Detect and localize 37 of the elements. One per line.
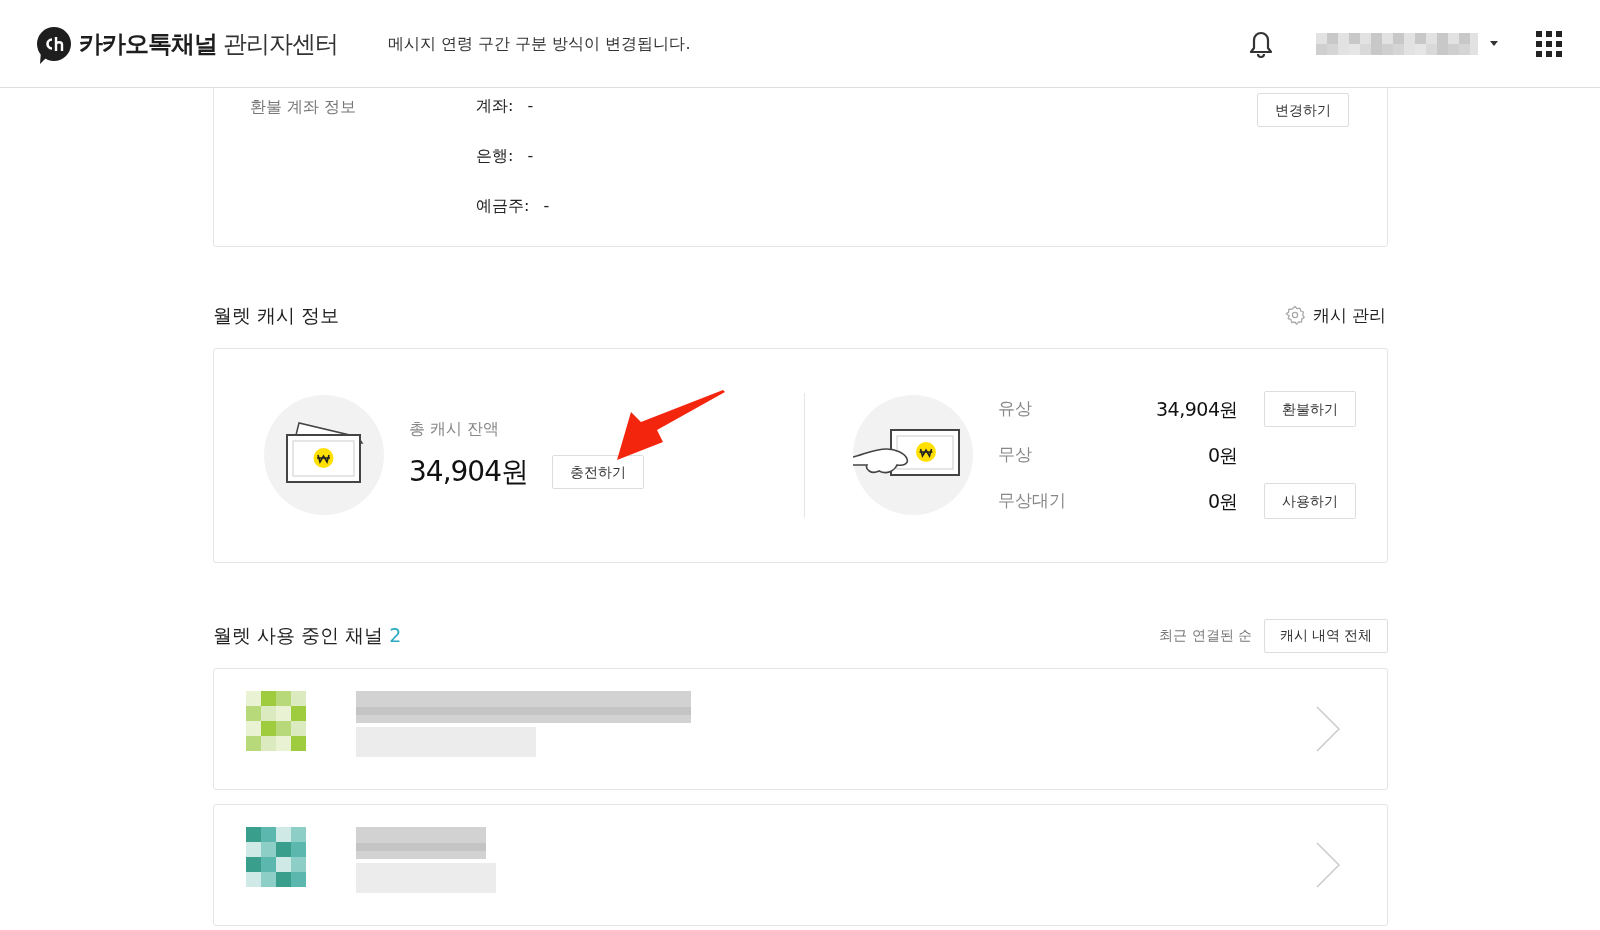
logo-subtext: 관리자센터 <box>223 28 338 60</box>
field-value: - <box>543 195 550 217</box>
channel-card[interactable] <box>213 667 1388 790</box>
section-title: 월렛 사용 중인 채널 2 <box>213 623 402 649</box>
total-cash-label: 총 캐시 잔액 <box>409 418 501 440</box>
total-cash-amount: 34,904원 <box>409 454 528 490</box>
field-label: 계좌: <box>476 95 514 117</box>
button[interactable]: 변경하기 <box>1257 93 1349 127</box>
field-value: - <box>527 145 534 167</box>
chevron-right-icon[interactable] <box>1315 704 1341 753</box>
cash-amount: 0원 <box>1206 442 1238 468</box>
field-label: 은행: <box>476 145 514 167</box>
sort-order-text[interactable]: 최근 연결된 순 <box>1159 625 1252 646</box>
logo-text[interactable]: 카카오톡채널 <box>79 25 217 62</box>
cash-amount: 34,904원 <box>1155 396 1238 422</box>
logo-icon <box>37 26 71 61</box>
cash-amount: 0원 <box>1206 488 1238 514</box>
field-value: - <box>527 95 534 117</box>
gear-icon <box>1284 305 1305 326</box>
field-label: 예금주: <box>476 195 530 217</box>
chevron-right-icon[interactable] <box>1315 840 1341 889</box>
notice-text[interactable]: 메시지 연령 구간 구분 방식이 변경됩니다. <box>388 31 691 56</box>
channel-card[interactable] <box>213 803 1388 926</box>
cash-type-label: 무상 <box>998 443 1033 467</box>
section-title: 월렛 캐시 정보 <box>213 303 340 328</box>
wallet-bill-icon <box>264 395 384 515</box>
button[interactable]: 사용하기 <box>1264 483 1356 519</box>
cash-type-label: 유상 <box>998 397 1033 421</box>
section-label: 환불 계좌 정보 <box>250 97 357 116</box>
button[interactable]: 캐시 내역 전체 <box>1264 618 1388 653</box>
dropdown-caret-icon[interactable] <box>1490 41 1498 46</box>
button[interactable]: 충전하기 <box>552 455 644 489</box>
button[interactable]: 환불하기 <box>1264 391 1356 427</box>
cash-manage-link[interactable]: 캐시 관리 <box>1284 302 1386 328</box>
hand-holding-bill-icon <box>853 395 973 515</box>
cash-type-label: 무상대기 <box>998 489 1067 513</box>
apps-grid-icon[interactable] <box>1536 30 1562 57</box>
